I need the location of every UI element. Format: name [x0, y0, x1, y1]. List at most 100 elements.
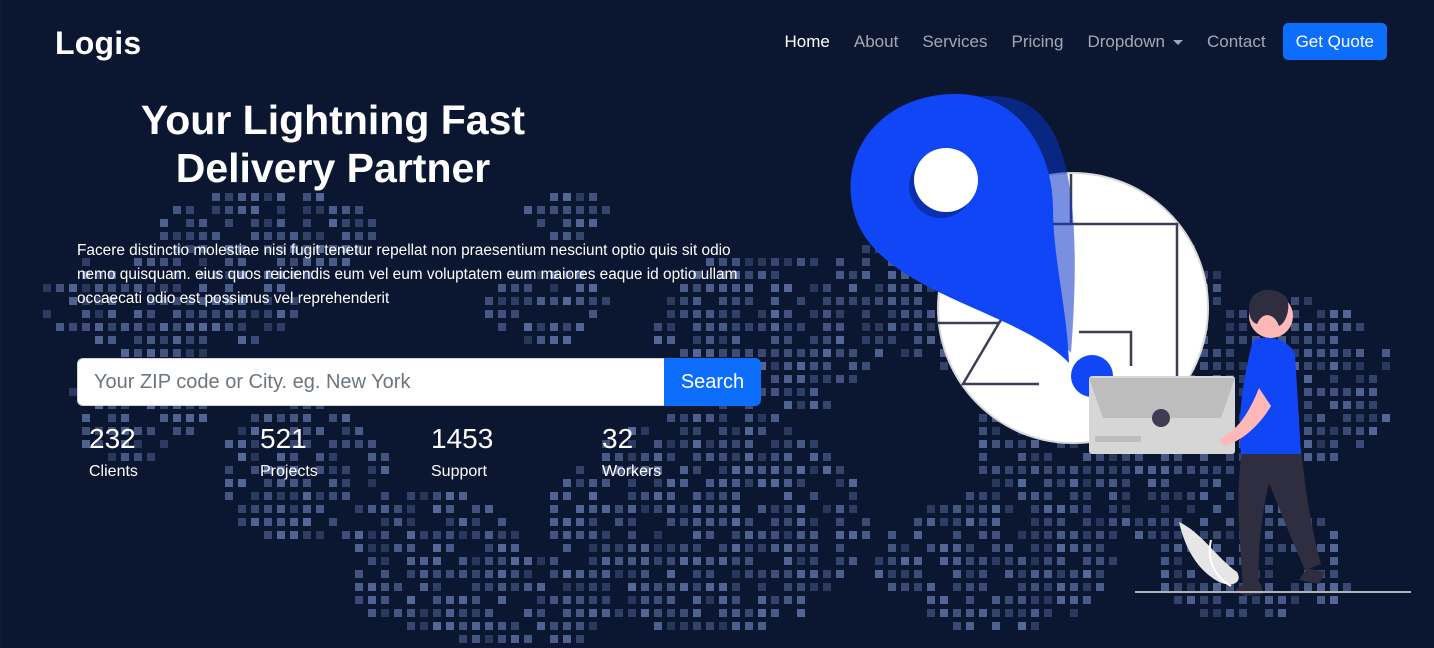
map-dot	[524, 583, 532, 591]
map-dot	[771, 284, 779, 292]
map-dot	[433, 531, 441, 539]
map-dot	[719, 596, 727, 604]
nav-home[interactable]: Home	[785, 32, 830, 52]
map-dot	[641, 492, 649, 500]
get-quote-button[interactable]: Get Quote	[1282, 23, 1387, 60]
map-dot	[342, 492, 350, 500]
map-dot	[355, 505, 363, 513]
map-dot	[589, 531, 597, 539]
site-logo[interactable]: Logis	[55, 25, 141, 62]
map-dot	[433, 609, 441, 617]
map-dot	[719, 518, 727, 526]
map-dot	[693, 609, 701, 617]
map-dot	[524, 206, 532, 214]
map-dot	[823, 362, 831, 370]
search-input[interactable]	[77, 358, 664, 406]
map-dot	[810, 284, 818, 292]
map-dot	[719, 583, 727, 591]
map-dot	[576, 518, 584, 526]
map-dot	[771, 388, 779, 396]
map-dot	[758, 544, 766, 552]
map-dot	[706, 336, 714, 344]
map-dot	[940, 609, 948, 617]
map-dot	[732, 622, 740, 630]
map-dot	[732, 583, 740, 591]
map-dot	[706, 492, 714, 500]
map-dot	[563, 609, 571, 617]
map-dot	[173, 349, 181, 357]
nav-pricing[interactable]: Pricing	[1012, 32, 1064, 52]
map-dot	[108, 414, 116, 422]
map-dot	[316, 206, 324, 214]
map-dot	[108, 336, 116, 344]
map-dot	[264, 193, 272, 201]
map-dot	[667, 310, 675, 318]
map-dot	[810, 375, 818, 383]
nav-dropdown[interactable]: Dropdown	[1087, 32, 1183, 52]
search-button[interactable]: Search	[664, 358, 761, 406]
map-dot	[758, 479, 766, 487]
map-dot	[719, 609, 727, 617]
map-dot	[654, 505, 662, 513]
map-dot	[589, 505, 597, 513]
map-dot	[576, 609, 584, 617]
map-dot	[511, 531, 519, 539]
map-dot	[95, 310, 103, 318]
map-dot	[641, 544, 649, 552]
map-dot	[459, 531, 467, 539]
map-dot	[537, 219, 545, 227]
map-dot	[784, 466, 792, 474]
map-dot	[485, 622, 493, 630]
map-dot	[238, 323, 246, 331]
map-dot	[173, 323, 181, 331]
map-dot	[784, 375, 792, 383]
map-dot	[316, 531, 324, 539]
nav-services[interactable]: Services	[922, 32, 987, 52]
map-dot	[797, 557, 805, 565]
nav-about[interactable]: About	[854, 32, 898, 52]
map-dot	[667, 544, 675, 552]
map-dot	[628, 531, 636, 539]
map-dot	[251, 336, 259, 344]
map-dot	[1213, 609, 1221, 617]
nav-contact[interactable]: Contact	[1207, 32, 1266, 52]
map-dot	[771, 544, 779, 552]
map-dot	[394, 544, 402, 552]
map-dot	[654, 531, 662, 539]
map-dot	[966, 622, 974, 630]
map-dot	[797, 596, 805, 604]
nav-home-label: Home	[784, 31, 830, 51]
map-dot	[485, 583, 493, 591]
map-dot	[433, 622, 441, 630]
map-dot	[823, 570, 831, 578]
map-dot	[186, 310, 194, 318]
map-dot	[459, 635, 467, 643]
map-dot	[706, 583, 714, 591]
map-dot	[550, 518, 558, 526]
nav-dropdown-label: Dropdown	[1087, 31, 1165, 51]
map-dot	[784, 531, 792, 539]
map-dot	[797, 505, 805, 513]
map-dot	[290, 414, 298, 422]
map-dot	[654, 557, 662, 565]
map-dot	[537, 622, 545, 630]
map-dot	[160, 219, 168, 227]
map-dot	[212, 323, 220, 331]
map-dot	[238, 440, 246, 448]
map-dot	[563, 193, 571, 201]
map-dot	[810, 440, 818, 448]
map-dot	[823, 349, 831, 357]
map-dot	[719, 505, 727, 513]
map-dot	[927, 609, 935, 617]
map-dot	[511, 622, 519, 630]
map-dot	[693, 505, 701, 513]
map-dot	[771, 258, 779, 266]
map-dot	[459, 609, 467, 617]
map-dot	[498, 544, 506, 552]
map-dot	[251, 427, 259, 435]
map-dot	[446, 609, 454, 617]
map-dot	[472, 583, 480, 591]
map-dot	[745, 518, 753, 526]
map-dot	[160, 323, 168, 331]
map-dot	[381, 557, 389, 565]
